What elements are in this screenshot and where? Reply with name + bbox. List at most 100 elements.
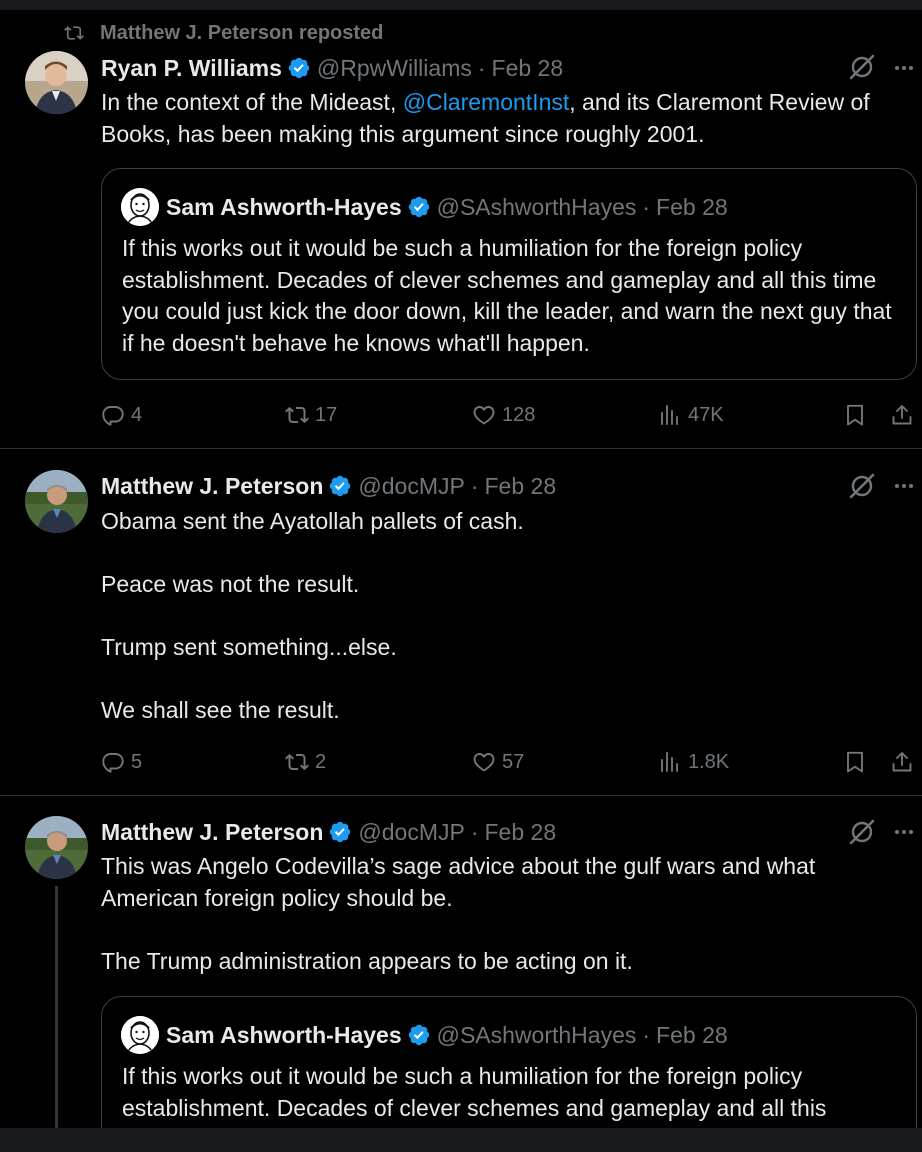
timestamp[interactable]: Feb 28 xyxy=(485,473,557,500)
like-button[interactable]: 128 xyxy=(472,400,535,430)
author-name[interactable]: Matthew J. Peterson xyxy=(101,473,323,500)
top-strip xyxy=(0,0,922,10)
tweet-paragraph: Trump sent something...else. xyxy=(101,634,397,660)
tweet-paragraph: We shall see the result. xyxy=(101,697,340,723)
separator: · xyxy=(470,472,479,499)
tweet-header: Ryan P. Williams @RpwWilliams · Feb 28 xyxy=(101,52,563,84)
tweet-paragraph: This was Angelo Codevilla’s sage advice … xyxy=(101,853,816,911)
repost-button[interactable]: 2 xyxy=(285,747,326,777)
reply-count: 5 xyxy=(131,750,143,773)
tweet-text: Obama sent the Ayatollah pallets of cash… xyxy=(101,506,901,727)
tweet-paragraph: The Trump administration appears to be a… xyxy=(101,947,633,974)
tweet-text: This was Angelo Codevilla’s sage advice … xyxy=(101,851,881,977)
bookmark-icon xyxy=(847,404,863,426)
grok-icon[interactable] xyxy=(848,53,876,81)
bottom-strip xyxy=(0,1128,922,1152)
quote-text-paragraph: If this works out it would be such a hum… xyxy=(122,1063,827,1121)
repost-count: 17 xyxy=(315,403,338,426)
avatar[interactable] xyxy=(25,51,88,114)
separator: · xyxy=(470,818,479,845)
grok-icon[interactable] xyxy=(848,818,876,846)
quote-author-name: Sam Ashworth-Hayes xyxy=(166,1021,402,1048)
author-name[interactable]: Matthew J. Peterson xyxy=(101,819,323,846)
views-icon xyxy=(661,752,678,772)
timestamp[interactable]: Feb 28 xyxy=(492,55,564,82)
quote-author-handle: @SAshworthHayes xyxy=(436,1021,637,1048)
timestamp[interactable]: Feb 28 xyxy=(485,819,557,846)
views-button[interactable]: 1.8K xyxy=(658,747,729,777)
bookmark-button[interactable] xyxy=(843,747,867,777)
separator: · xyxy=(642,193,651,220)
author-name[interactable]: Ryan P. Williams xyxy=(101,55,282,82)
author-handle[interactable]: @docMJP xyxy=(358,473,464,500)
author-handle[interactable]: @docMJP xyxy=(358,819,464,846)
repost-icon xyxy=(285,403,309,427)
tweet-text-part: In the context of the Mideast, xyxy=(101,89,403,115)
like-button[interactable]: 57 xyxy=(472,747,524,777)
tweet-paragraph: Obama sent the Ayatollah pallets of cash… xyxy=(101,508,524,534)
quote-text: If this works out it would be such a hum… xyxy=(122,233,902,359)
reply-count: 4 xyxy=(131,403,143,426)
verified-badge-icon[interactable] xyxy=(287,56,311,80)
verified-badge-icon[interactable] xyxy=(328,474,352,498)
action-bar: 4 17 128 47K xyxy=(101,400,917,430)
views-button[interactable]: 47K xyxy=(658,400,724,430)
more-icon[interactable] xyxy=(892,474,916,498)
avatar[interactable] xyxy=(25,816,88,879)
tweet-header: Matthew J. Peterson @docMJP · Feb 28 xyxy=(101,470,556,502)
tweet-header: Matthew J. Peterson @docMJP · Feb 28 xyxy=(101,816,556,848)
bookmark-icon xyxy=(847,751,863,773)
tweet-ryan-williams[interactable]: Matthew J. Peterson reposted Ryan P. Wil… xyxy=(0,10,922,449)
view-count: 1.8K xyxy=(688,750,730,773)
reply-icon xyxy=(102,753,124,773)
like-count: 57 xyxy=(502,750,525,773)
reply-button[interactable]: 5 xyxy=(101,747,142,777)
repost-button[interactable]: 17 xyxy=(285,400,337,430)
share-icon xyxy=(892,405,912,425)
bookmark-button[interactable] xyxy=(843,400,867,430)
tweet-matthew-peterson-2[interactable]: Matthew J. Peterson @docMJP · Feb 28 Thi… xyxy=(0,796,922,1128)
like-count: 128 xyxy=(502,403,536,426)
share-button[interactable] xyxy=(890,747,914,777)
verified-badge-icon[interactable] xyxy=(328,820,352,844)
repost-icon xyxy=(285,750,309,774)
repost-icon xyxy=(64,23,84,43)
quote-text: If this works out it would be such a hum… xyxy=(122,1061,902,1124)
verified-badge-icon xyxy=(407,195,431,219)
quote-timestamp: Feb 28 xyxy=(656,1021,728,1048)
share-button[interactable] xyxy=(890,400,914,430)
quote-header: Sam Ashworth-Hayes @SAshworthHayes · Feb… xyxy=(166,1018,728,1052)
verified-badge-icon xyxy=(407,1023,431,1047)
separator: · xyxy=(477,54,486,81)
tweet-matthew-peterson-1[interactable]: Matthew J. Peterson @docMJP · Feb 28 Oba… xyxy=(0,449,922,796)
quote-text-paragraph: If this works out it would be such a hum… xyxy=(122,235,892,356)
quote-avatar xyxy=(121,188,159,226)
like-icon xyxy=(473,753,495,772)
tweet-paragraph: Peace was not the result. xyxy=(101,571,360,597)
views-icon xyxy=(661,405,678,425)
quote-tweet[interactable]: Sam Ashworth-Hayes @SAshworthHayes · Feb… xyxy=(101,168,917,380)
quote-author-handle: @SAshworthHayes xyxy=(436,193,637,220)
repost-label: Matthew J. Peterson reposted xyxy=(100,21,384,44)
like-icon xyxy=(473,406,495,425)
quote-timestamp: Feb 28 xyxy=(656,193,728,220)
more-icon[interactable] xyxy=(892,56,916,80)
social-context: Matthew J. Peterson reposted xyxy=(64,20,383,46)
author-handle[interactable]: @RpwWilliams xyxy=(317,55,472,82)
reply-icon xyxy=(102,406,124,426)
grok-icon[interactable] xyxy=(848,472,876,500)
tweet-text: In the context of the Mideast, @Claremon… xyxy=(101,87,901,150)
quote-tweet[interactable]: Sam Ashworth-Hayes @SAshworthHayes · Feb… xyxy=(101,996,917,1128)
repost-count: 2 xyxy=(315,750,327,773)
mention-link[interactable]: @ClaremontInst xyxy=(403,89,570,115)
quote-author-name: Sam Ashworth-Hayes xyxy=(166,193,402,220)
thread-line xyxy=(55,886,58,1128)
view-count: 47K xyxy=(688,403,724,426)
action-bar: 5 2 57 1.8K xyxy=(101,747,917,777)
quote-header: Sam Ashworth-Hayes @SAshworthHayes · Feb… xyxy=(166,190,728,224)
avatar[interactable] xyxy=(25,470,88,533)
quote-avatar xyxy=(121,1016,159,1054)
separator: · xyxy=(642,1021,651,1048)
more-icon[interactable] xyxy=(892,820,916,844)
reply-button[interactable]: 4 xyxy=(101,400,142,430)
